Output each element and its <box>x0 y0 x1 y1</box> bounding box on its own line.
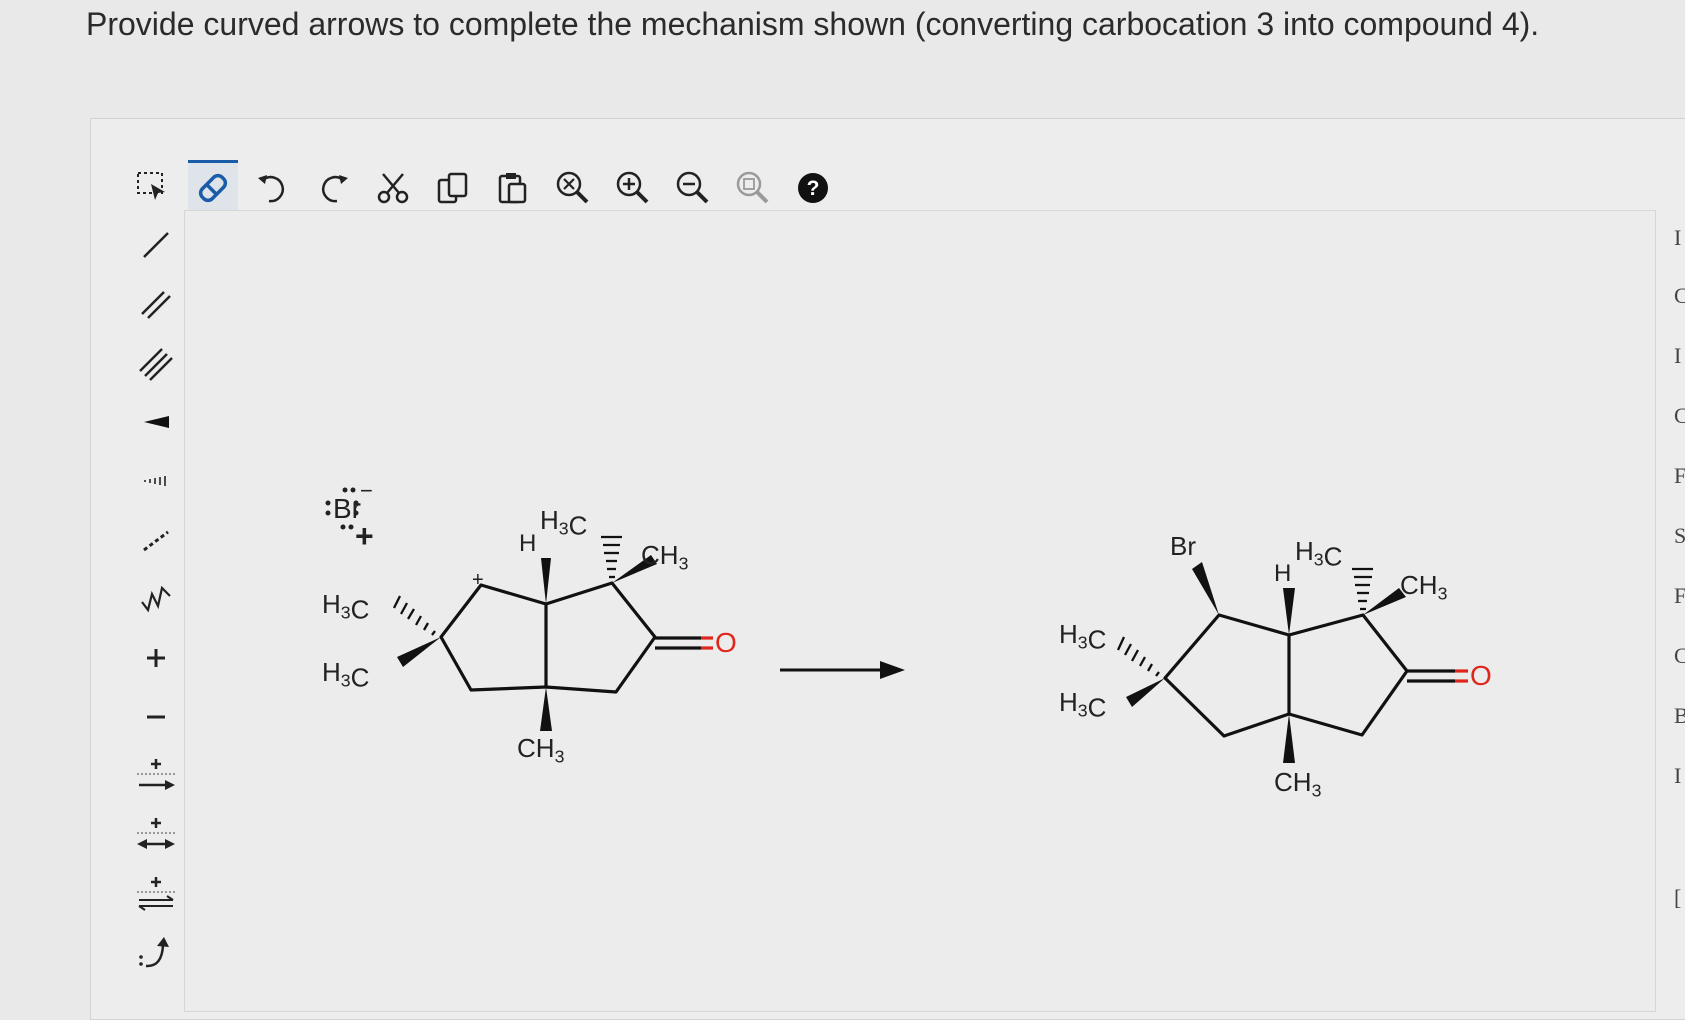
copy-icon <box>437 172 468 204</box>
eraser-icon <box>198 173 228 203</box>
zoom-fit-button[interactable] <box>548 163 598 213</box>
triple-bond-icon <box>139 347 173 381</box>
help-icon: ? <box>798 173 828 203</box>
zoom-in-icon <box>616 171 649 204</box>
zoom-out-icon <box>676 171 709 204</box>
double-bond-icon <box>141 290 171 319</box>
carbocation[interactable]: H H3C CH3 H3C H3C CH3 O + <box>322 505 737 767</box>
right-strip-letter: F <box>1674 583 1685 608</box>
product-bromine: Br <box>1170 531 1196 561</box>
top-toolbar: ? <box>128 160 838 216</box>
hash-bond-icon <box>144 475 166 486</box>
reaction-scheme: Br − + H H3C CH3 H3C H3C CH3 O + Br H H3… <box>322 478 1492 801</box>
resonance-arrow-tool-button[interactable] <box>131 805 181 864</box>
negative-charge-tool-button[interactable] <box>131 687 181 746</box>
hash-bond-tool-button[interactable] <box>131 451 181 510</box>
right-strip-letter: C <box>1674 403 1685 428</box>
right-panel-edge: I C I C F S F C B I [ <box>1652 215 1685 995</box>
left-sidebar <box>128 215 184 982</box>
bromide-charge: − <box>360 478 373 503</box>
product-h-label: H <box>1274 560 1291 587</box>
product-compound[interactable]: Br H H3C CH3 H3C H3C CH3 O <box>1059 531 1492 801</box>
cut-button[interactable] <box>368 163 418 213</box>
positive-charge-tool-button[interactable] <box>131 628 181 687</box>
reaction-arrow-icon <box>137 758 175 790</box>
zoom-reset-button[interactable] <box>728 163 778 213</box>
undo-icon <box>258 175 284 203</box>
curved-arrow-icon <box>139 936 169 967</box>
right-strip-letter: C <box>1674 283 1685 308</box>
right-strip-letter: [ <box>1674 885 1682 910</box>
help-button[interactable]: ? <box>788 163 838 213</box>
svg-text:?: ? <box>807 177 820 200</box>
carbocation-methyl-bottom: CH3 <box>517 733 565 767</box>
right-strip-letter: I <box>1674 225 1682 250</box>
wedge-bond-icon <box>144 415 169 428</box>
chain-icon <box>141 585 171 613</box>
scissors-icon <box>377 173 409 204</box>
right-strip-letter: S <box>1674 523 1685 548</box>
redo-button[interactable] <box>308 163 358 213</box>
zoom-reset-icon <box>736 171 769 204</box>
marquee-select-icon <box>137 172 165 200</box>
carbocation-methyl-left-wedge: H3C <box>322 657 369 693</box>
carbocation-charge: + <box>472 569 484 591</box>
question-text: Provide curved arrows to complete the me… <box>86 6 1540 42</box>
double-bond-tool-button[interactable] <box>131 274 181 333</box>
right-strip-letter: I <box>1674 343 1682 368</box>
redo-icon <box>322 175 348 203</box>
carbocation-h-label: H <box>519 530 536 557</box>
zoom-out-button[interactable] <box>668 163 718 213</box>
paste-icon <box>498 173 527 204</box>
minus-icon <box>147 715 165 718</box>
carbocation-methyl-left-hash: H3C <box>322 589 369 625</box>
product-methyl-top: H3C <box>1295 536 1342 572</box>
paste-button[interactable] <box>488 163 538 213</box>
dashed-bond-icon <box>143 530 169 551</box>
select-tool-button[interactable] <box>128 163 178 213</box>
equilibrium-arrow-tool-button[interactable] <box>131 864 181 923</box>
dashed-bond-tool-button[interactable] <box>131 510 181 569</box>
triple-bond-tool-button[interactable] <box>131 333 181 392</box>
reaction-arrow-tool-button[interactable] <box>131 746 181 805</box>
right-strip-letter: B <box>1674 703 1685 728</box>
wedge-bond-tool-button[interactable] <box>131 392 181 451</box>
right-strip-letter: F <box>1674 463 1685 488</box>
right-strip-letter: C <box>1674 643 1685 668</box>
product-oxygen: O <box>1470 660 1492 691</box>
carbocation-oxygen: O <box>715 627 737 658</box>
product-methyl-right: CH3 <box>1400 570 1448 604</box>
resonance-arrow-icon <box>137 817 175 849</box>
drawing-canvas[interactable]: Br − + H H3C CH3 H3C H3C CH3 O + Br H H3… <box>184 210 1656 1012</box>
product-methyl-bottom: CH3 <box>1274 767 1322 801</box>
erase-tool-button[interactable] <box>188 160 238 213</box>
chain-tool-button[interactable] <box>131 569 181 628</box>
single-bond-icon <box>143 231 169 258</box>
product-methyl-left-hash: H3C <box>1059 619 1106 655</box>
reagent-plus-sign: + <box>355 518 374 554</box>
zoom-fit-icon <box>556 171 589 204</box>
undo-button[interactable] <box>248 163 298 213</box>
zoom-in-button[interactable] <box>608 163 658 213</box>
carbocation-methyl-right: CH3 <box>641 540 689 574</box>
carbocation-methyl-top: H3C <box>540 505 587 541</box>
single-bond-tool-button[interactable] <box>131 215 181 274</box>
curved-arrow-tool-button[interactable] <box>131 923 181 982</box>
copy-button[interactable] <box>428 163 478 213</box>
reaction-arrow <box>780 661 905 679</box>
plus-icon <box>147 648 165 667</box>
equilibrium-arrow-icon <box>137 876 175 911</box>
product-methyl-left-wedge: H3C <box>1059 687 1106 723</box>
bromide-ion[interactable]: Br − + <box>325 478 374 554</box>
right-strip-letter: I <box>1674 763 1682 788</box>
